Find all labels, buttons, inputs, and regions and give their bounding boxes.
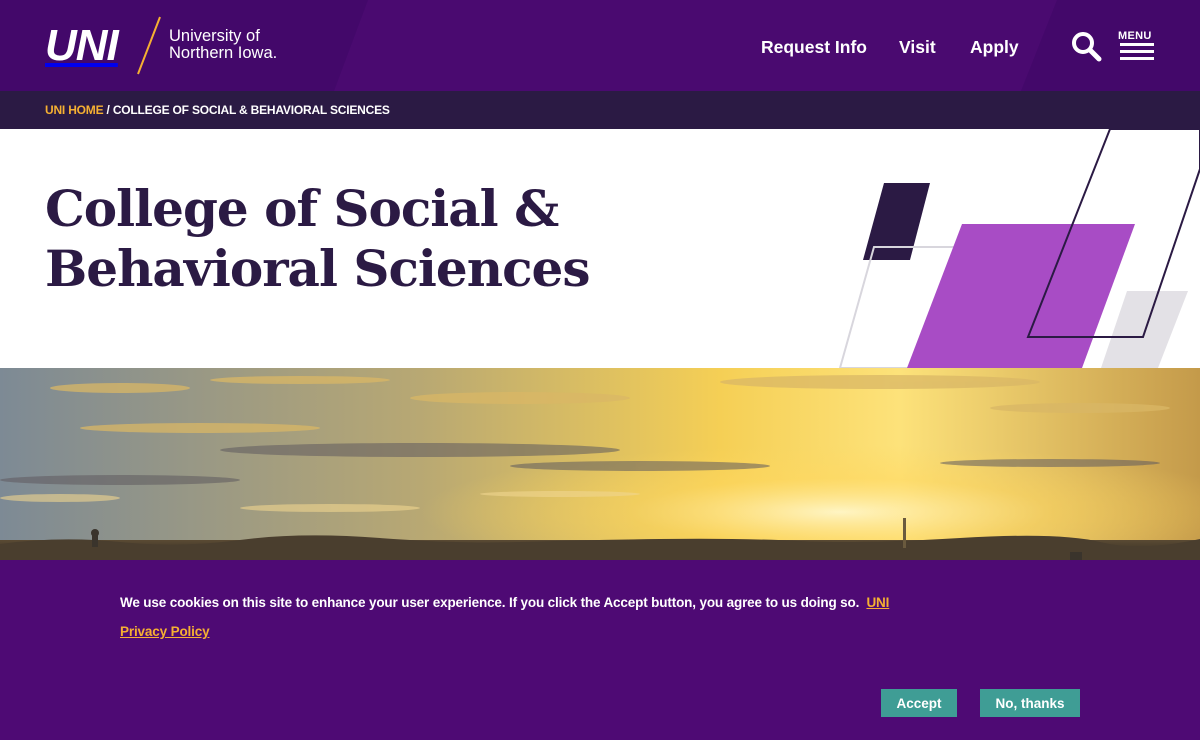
hamburger-icon (1120, 43, 1154, 46)
cookie-banner: We use cookies on this site to enhance y… (0, 560, 1200, 740)
accept-button[interactable]: Accept (881, 689, 957, 717)
site-header: UNI University of Northern Iowa. Request… (0, 0, 1200, 91)
hamburger-icon-bar (1120, 50, 1154, 53)
menu-button[interactable]: MENU (1118, 30, 1156, 62)
privacy-policy-link-part1: UNI (866, 595, 890, 610)
decline-button[interactable]: No, thanks (980, 689, 1080, 717)
nav-request-info[interactable]: Request Info (761, 37, 867, 58)
breadcrumb: UNI HOME / COLLEGE OF SOCIAL & BEHAVIORA… (0, 91, 1200, 129)
uni-logo-link[interactable]: UNI (45, 16, 119, 76)
uni-logo-mark: UNI (45, 21, 119, 70)
page-title: College of Social & Behavioral Sciences (45, 179, 665, 299)
nav-apply[interactable]: Apply (970, 37, 1019, 58)
search-button[interactable] (1069, 29, 1103, 63)
hamburger-icon-bar (1120, 57, 1154, 60)
search-icon (1072, 32, 1102, 62)
sunset-campus-image (0, 368, 1200, 560)
menu-label: MENU (1118, 30, 1152, 42)
university-name: University of Northern Iowa. (169, 28, 277, 62)
breadcrumb-trail: UNI HOME / COLLEGE OF SOCIAL & BEHAVIORA… (45, 103, 390, 117)
decorative-parallelograms (838, 129, 1200, 368)
nav-visit[interactable]: Visit (899, 37, 936, 58)
breadcrumb-home-link[interactable]: UNI HOME (45, 103, 104, 117)
hero-image (0, 368, 1200, 560)
university-name-line1: University of (169, 27, 260, 45)
privacy-policy-link-part2: Privacy Policy (120, 624, 210, 639)
page-title-line2: Behavioral Sciences (45, 239, 590, 298)
page-title-line1: College of Social & (45, 179, 559, 238)
title-band: College of Social & Behavioral Sciences (0, 129, 1200, 368)
cookie-message: We use cookies on this site to enhance y… (120, 588, 910, 646)
breadcrumb-current: COLLEGE OF SOCIAL & BEHAVIORAL SCIENCES (112, 103, 390, 117)
university-name-line2: Northern Iowa. (169, 44, 278, 62)
breadcrumb-separator: / (103, 103, 113, 117)
cookie-message-text: We use cookies on this site to enhance y… (120, 595, 860, 610)
logo-divider-slash (137, 16, 161, 75)
